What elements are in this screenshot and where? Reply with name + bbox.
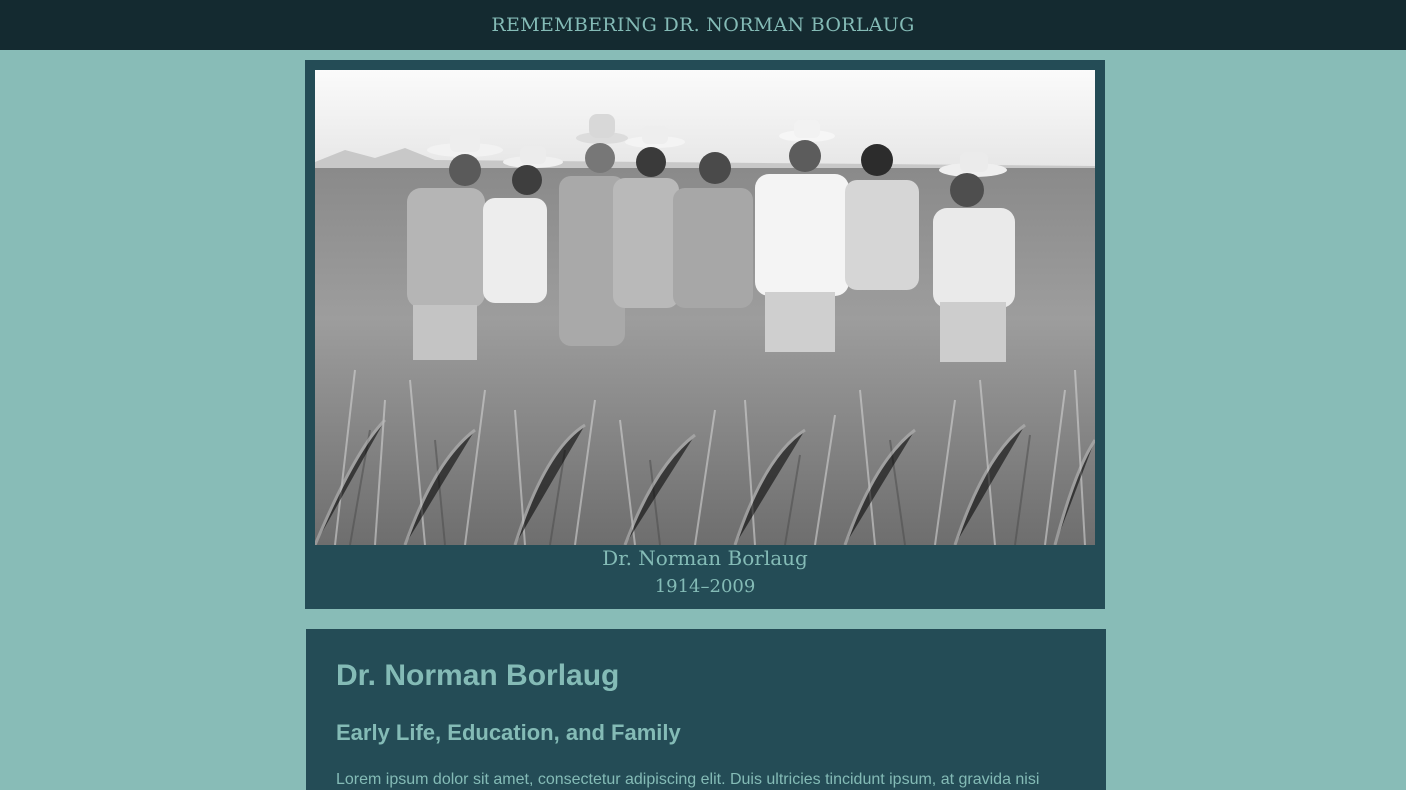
site-header: REMEMBERING DR. NORMAN BORLAUG <box>0 0 1406 50</box>
biography-card: Dr. Norman Borlaug Early Life, Education… <box>306 629 1106 790</box>
biography-title: Dr. Norman Borlaug <box>336 659 620 692</box>
section-body-text: Lorem ipsum dolor sit amet, consectetur … <box>336 771 1040 788</box>
hero-caption-years: 1914–2009 <box>654 576 756 597</box>
site-title: REMEMBERING DR. NORMAN BORLAUG <box>491 14 915 36</box>
historical-photo <box>315 70 1095 545</box>
section-heading: Early Life, Education, and Family <box>336 720 681 745</box>
hero-caption-name: Dr. Norman Borlaug <box>602 546 808 570</box>
hero-frame: Dr. Norman Borlaug 1914–2009 <box>305 60 1105 609</box>
